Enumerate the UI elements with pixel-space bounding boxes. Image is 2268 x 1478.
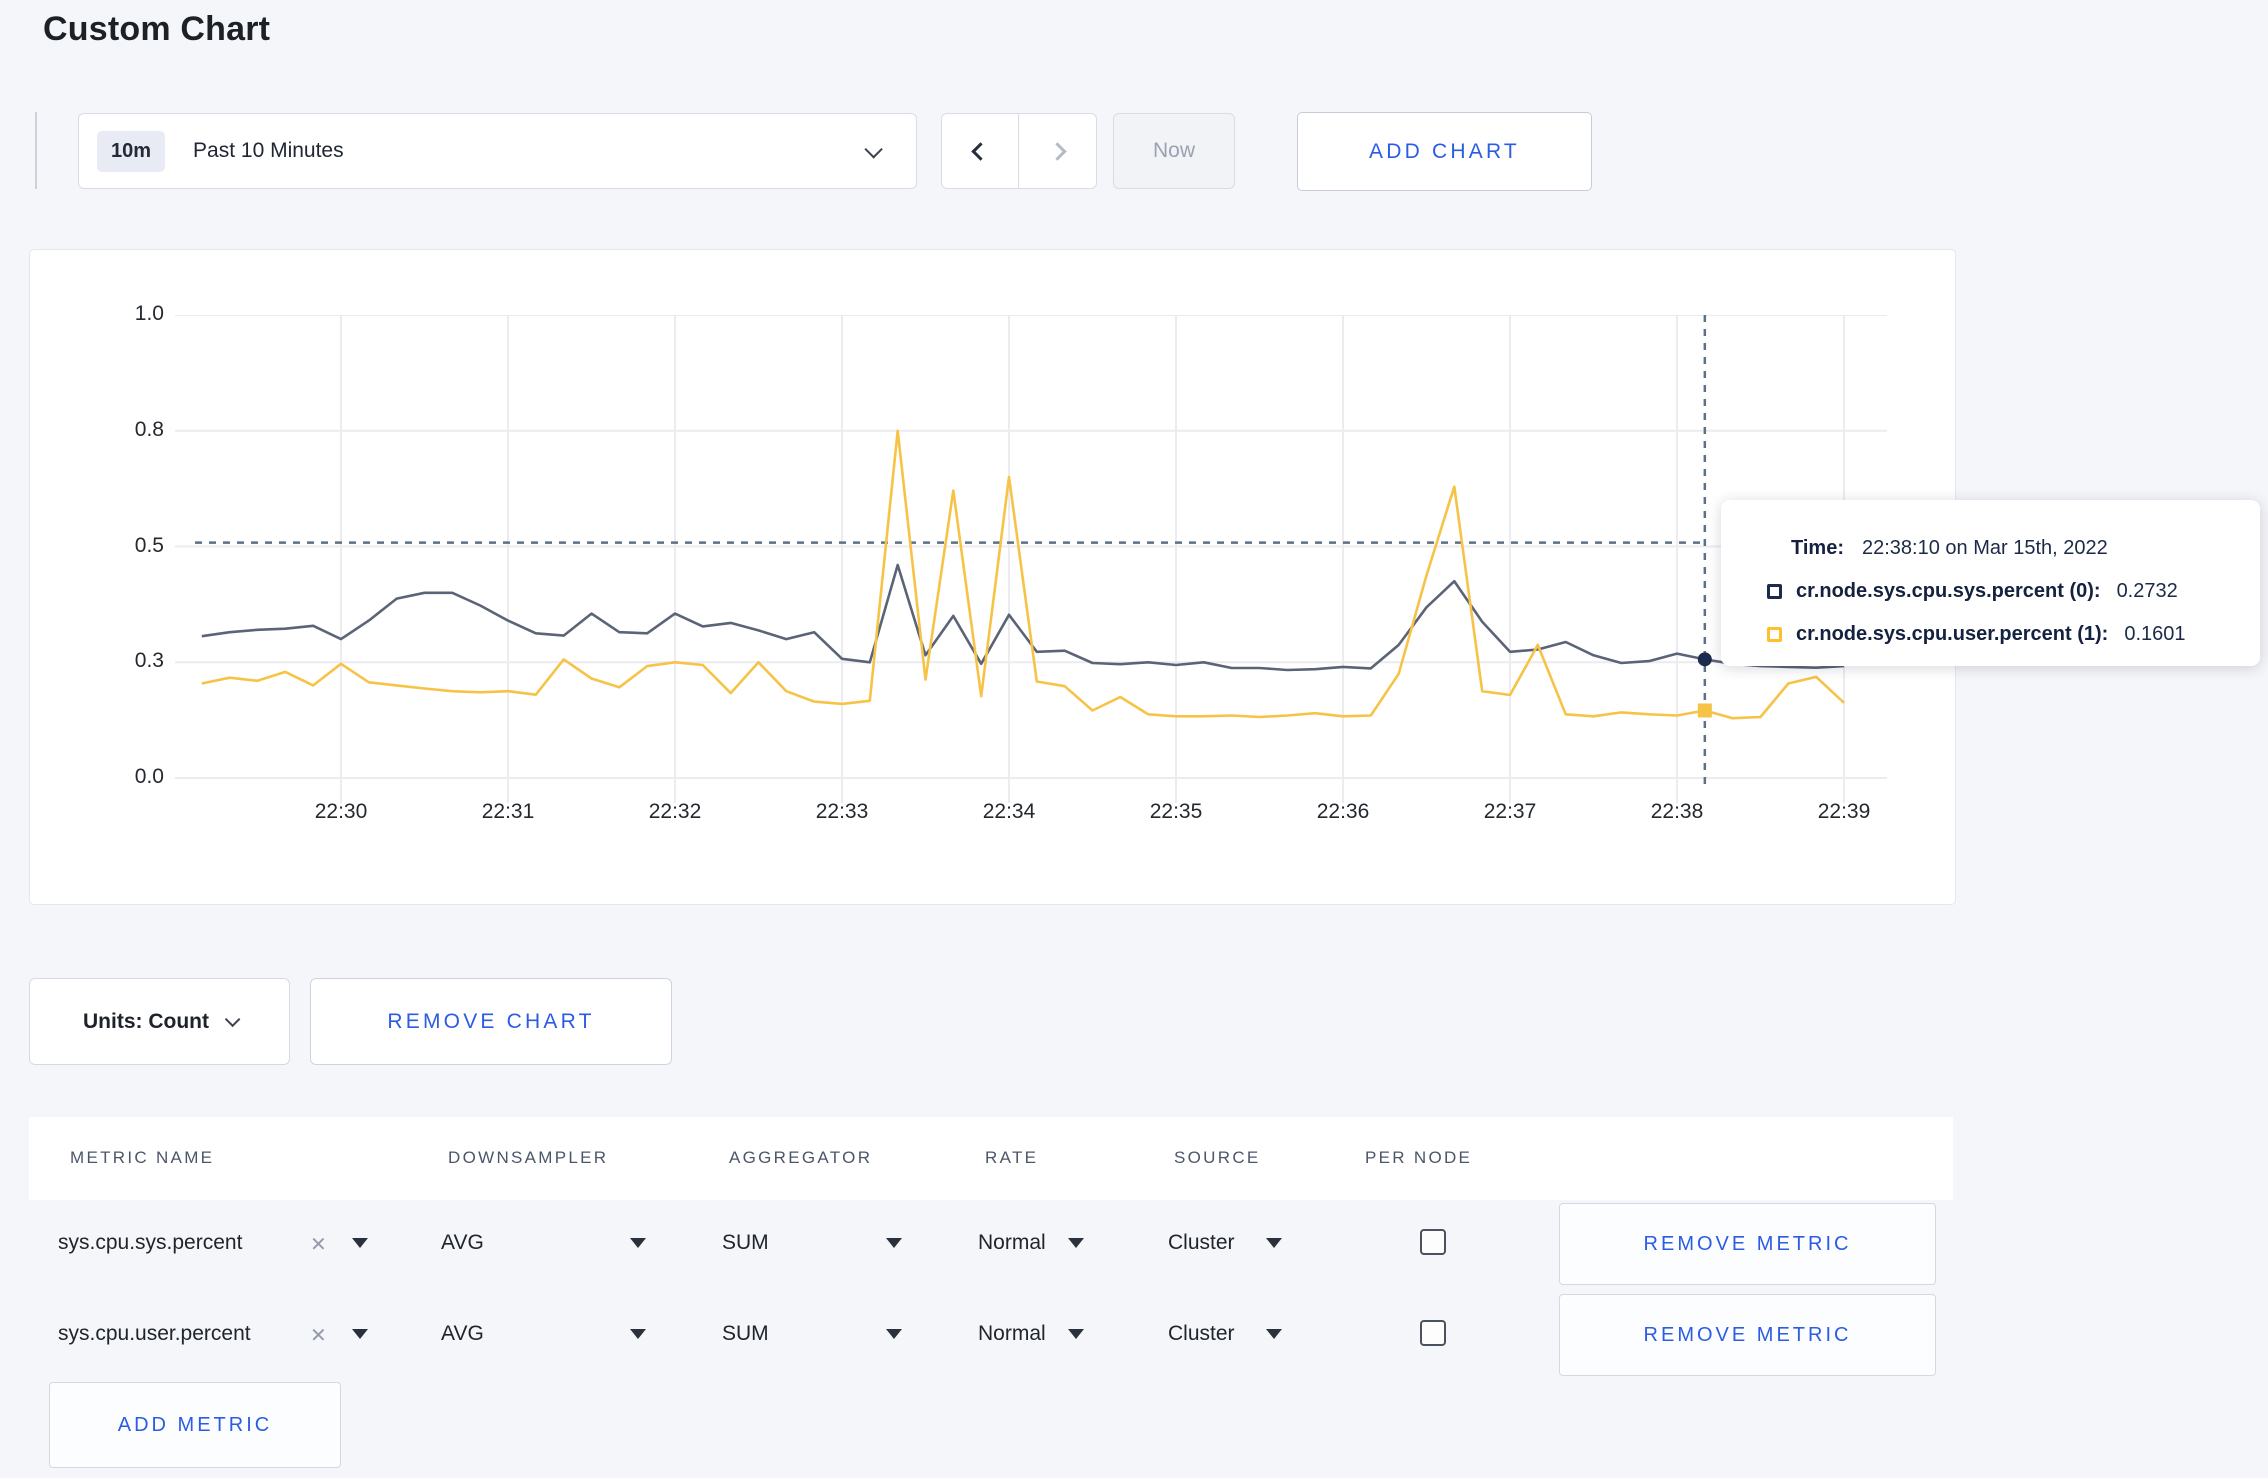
y-axis-tick-label: 0.5 — [134, 533, 164, 557]
time-range-dropdown[interactable]: 10m Past 10 Minutes — [78, 113, 917, 189]
downsampler-select[interactable]: AVG — [441, 1231, 484, 1255]
metric-name-select[interactable]: sys.cpu.user.percent — [58, 1322, 251, 1346]
caret-down-icon[interactable] — [630, 1329, 646, 1339]
now-button[interactable]: Now — [1113, 113, 1235, 189]
caret-down-icon[interactable] — [352, 1329, 368, 1339]
chart-svg[interactable] — [175, 315, 1887, 805]
caret-down-icon[interactable] — [1068, 1238, 1084, 1248]
chart-card: 0.0 0.3 0.5 0.8 1.0 22:30 22:31 22:32 22:33 22:3… — [29, 249, 1956, 905]
rate-select[interactable]: Normal — [978, 1231, 1046, 1255]
col-header-per-node: PER NODE — [1365, 1148, 1473, 1167]
remove-metric-button[interactable]: REMOVE METRIC — [1559, 1203, 1936, 1285]
tooltip-series-row: cr.node.sys.cpu.sys.percent (0): 0.2732 — [1767, 571, 2260, 611]
tooltip-series-label: cr.node.sys.cpu.user.percent (1): — [1796, 622, 2109, 645]
tooltip-series-label: cr.node.sys.cpu.sys.percent (0): — [1796, 579, 2101, 602]
clear-metric-icon[interactable]: ✕ — [310, 1323, 327, 1348]
per-node-checkbox[interactable] — [1420, 1229, 1446, 1255]
per-node-checkbox[interactable] — [1420, 1320, 1446, 1346]
add-chart-button[interactable]: ADD CHART — [1297, 112, 1592, 191]
caret-down-icon[interactable] — [352, 1238, 368, 1248]
tooltip-time-label: Time: — [1791, 536, 1844, 559]
caret-down-icon[interactable] — [1266, 1238, 1282, 1248]
x-axis-tick-label: 22:35 — [1149, 800, 1203, 823]
y-axis-tick-label: 0.0 — [134, 765, 164, 788]
col-header-source: SOURCE — [1174, 1148, 1261, 1167]
x-axis-tick-label: 22:34 — [982, 800, 1036, 823]
aggregator-select[interactable]: SUM — [722, 1322, 769, 1346]
now-button-label: Now — [1152, 139, 1195, 162]
x-axis-tick-label: 22:38 — [1650, 800, 1704, 823]
col-header-downsampler: DOWNSAMPLER — [448, 1148, 609, 1167]
clear-metric-icon[interactable]: ✕ — [310, 1232, 327, 1257]
caret-down-icon[interactable] — [1266, 1329, 1282, 1339]
caret-down-icon[interactable] — [886, 1329, 902, 1339]
remove-chart-label: REMOVE CHART — [387, 1009, 595, 1033]
toolbar-divider — [35, 112, 37, 189]
time-pager — [941, 113, 1097, 189]
y-axis-tick-label: 1.0 — [134, 302, 164, 325]
add-metric-button[interactable]: ADD METRIC — [49, 1382, 341, 1468]
remove-metric-label: REMOVE METRIC — [1643, 1323, 1852, 1346]
chevron-right-icon — [1048, 141, 1067, 161]
remove-metric-label: REMOVE METRIC — [1643, 1232, 1852, 1255]
chevron-down-icon — [864, 140, 883, 159]
tooltip-time-value: 22:38:10 on Mar 15th, 2022 — [1861, 536, 2108, 559]
prev-time-button[interactable] — [942, 114, 1019, 188]
metric-name-select[interactable]: sys.cpu.sys.percent — [58, 1231, 242, 1255]
chart-tooltip: Time: 22:38:10 on Mar 15th, 2022 cr.node… — [1721, 500, 2260, 666]
caret-down-icon[interactable] — [1068, 1329, 1084, 1339]
remove-metric-button[interactable]: REMOVE METRIC — [1559, 1294, 1936, 1376]
col-header-rate: RATE — [985, 1148, 1039, 1167]
x-axis-tick-label: 22:32 — [648, 800, 702, 823]
series-swatch-icon — [1767, 626, 1782, 642]
series-swatch-icon — [1767, 583, 1782, 599]
aggregator-select[interactable]: SUM — [722, 1231, 769, 1255]
x-axis-tick-label: 22:37 — [1483, 800, 1537, 823]
caret-down-icon[interactable] — [886, 1238, 902, 1248]
source-select[interactable]: Cluster — [1168, 1231, 1235, 1255]
units-dropdown[interactable]: Units: Count — [29, 978, 290, 1065]
add-metric-label: ADD METRIC — [117, 1413, 273, 1436]
remove-chart-button[interactable]: REMOVE CHART — [310, 978, 672, 1065]
source-select[interactable]: Cluster — [1168, 1322, 1235, 1346]
x-axis-tick-label: 22:30 — [314, 800, 368, 823]
x-axis-tick-label: 22:33 — [815, 800, 869, 823]
page-title: Custom Chart — [43, 10, 271, 48]
rate-select[interactable]: Normal — [978, 1322, 1046, 1346]
downsampler-select[interactable]: AVG — [441, 1322, 484, 1346]
tooltip-series-value: 0.1601 — [2124, 622, 2186, 645]
next-time-button[interactable] — [1019, 114, 1096, 188]
chevron-left-icon — [970, 141, 990, 161]
tooltip-series-value: 0.2732 — [2116, 579, 2178, 602]
caret-down-icon[interactable] — [630, 1238, 646, 1248]
chevron-down-icon — [224, 1011, 241, 1028]
time-window-badge: 10m — [97, 130, 166, 172]
time-range-label: Past 10 Minutes — [193, 139, 344, 162]
x-axis-tick-label: 22:36 — [1316, 800, 1370, 823]
x-axis-tick-label: 22:39 — [1817, 800, 1871, 823]
units-label: Units: Count — [83, 1009, 209, 1033]
col-header-metric-name: METRIC NAME — [70, 1148, 215, 1167]
add-chart-label: ADD CHART — [1369, 139, 1520, 163]
tooltip-series-row: cr.node.sys.cpu.user.percent (1): 0.1601 — [1767, 614, 2260, 654]
x-axis-tick-label: 22:31 — [481, 800, 535, 823]
y-axis-tick-label: 0.8 — [134, 417, 164, 441]
y-axis-tick-label: 0.3 — [134, 649, 164, 673]
col-header-aggregator: AGGREGATOR — [729, 1148, 873, 1167]
tooltip-time-row: Time: 22:38:10 on Mar 15th, 2022 — [1767, 528, 2260, 568]
